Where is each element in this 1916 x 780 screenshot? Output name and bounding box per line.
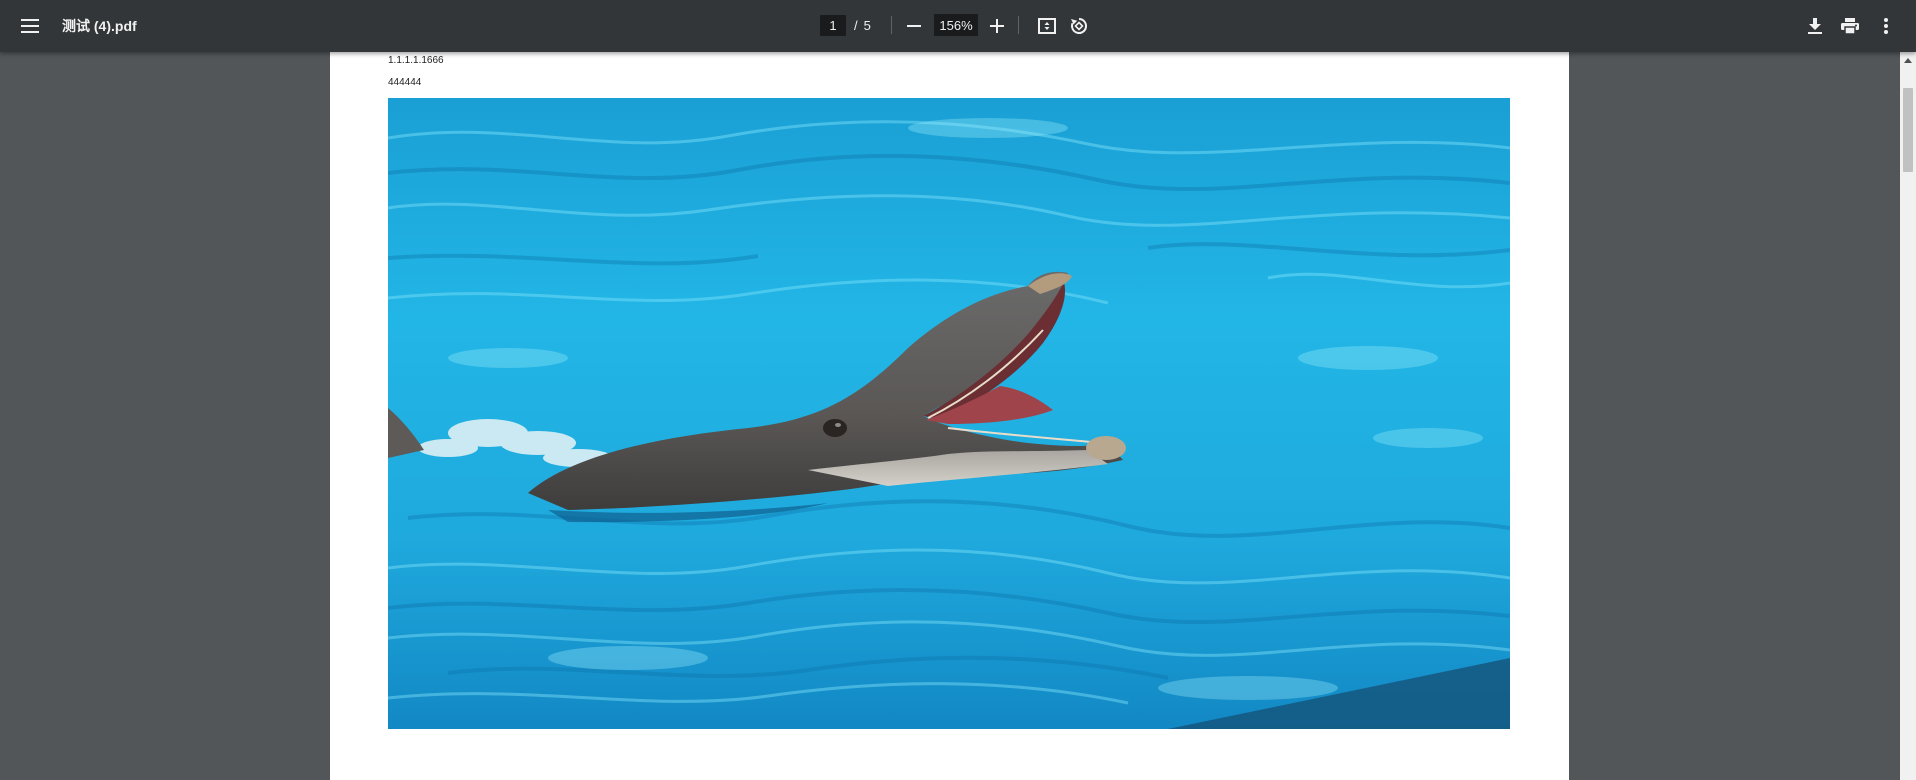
hamburger-icon bbox=[21, 19, 39, 33]
pdf-toolbar: 测试 (4).pdf / 5 bbox=[0, 0, 1916, 52]
fit-to-page-icon bbox=[1038, 18, 1056, 34]
toolbar-divider bbox=[891, 16, 892, 34]
scrollbar-thumb[interactable] bbox=[1903, 88, 1913, 172]
plus-icon bbox=[990, 19, 1004, 33]
zoom-in-button[interactable] bbox=[981, 10, 1013, 42]
zoom-level-input[interactable] bbox=[934, 14, 978, 36]
fit-to-page-button[interactable] bbox=[1031, 10, 1063, 42]
rotate-button[interactable] bbox=[1063, 10, 1095, 42]
minus-icon bbox=[907, 19, 921, 33]
toolbar-divider bbox=[1018, 16, 1019, 34]
vertical-scrollbar[interactable] bbox=[1900, 52, 1916, 780]
page-total: 5 bbox=[863, 17, 871, 33]
page-navigation: / 5 bbox=[820, 14, 871, 36]
pdf-page: 1.1.1.1.1666 444444 bbox=[330, 52, 1569, 780]
download-button[interactable] bbox=[1799, 10, 1831, 42]
more-vert-icon bbox=[1884, 18, 1888, 34]
dolphin-photo bbox=[388, 98, 1510, 729]
document-text-line: 1.1.1.1.1666 bbox=[388, 55, 444, 66]
print-button[interactable] bbox=[1834, 10, 1866, 42]
download-icon bbox=[1808, 18, 1822, 34]
more-actions-button[interactable] bbox=[1870, 10, 1902, 42]
document-text-line: 444444 bbox=[388, 77, 422, 88]
rotate-icon bbox=[1070, 17, 1088, 35]
pdf-viewer-area[interactable]: 1.1.1.1.1666 444444 bbox=[0, 52, 1916, 780]
page-number-input[interactable] bbox=[820, 14, 846, 36]
page-separator: / bbox=[854, 17, 858, 33]
triangle-up-icon bbox=[1904, 50, 1912, 68]
file-title: 测试 (4).pdf bbox=[62, 18, 137, 34]
zoom-out-button[interactable] bbox=[898, 10, 930, 42]
print-icon bbox=[1841, 18, 1859, 34]
scroll-up-arrow[interactable] bbox=[1900, 52, 1916, 66]
menu-button[interactable] bbox=[14, 10, 46, 42]
